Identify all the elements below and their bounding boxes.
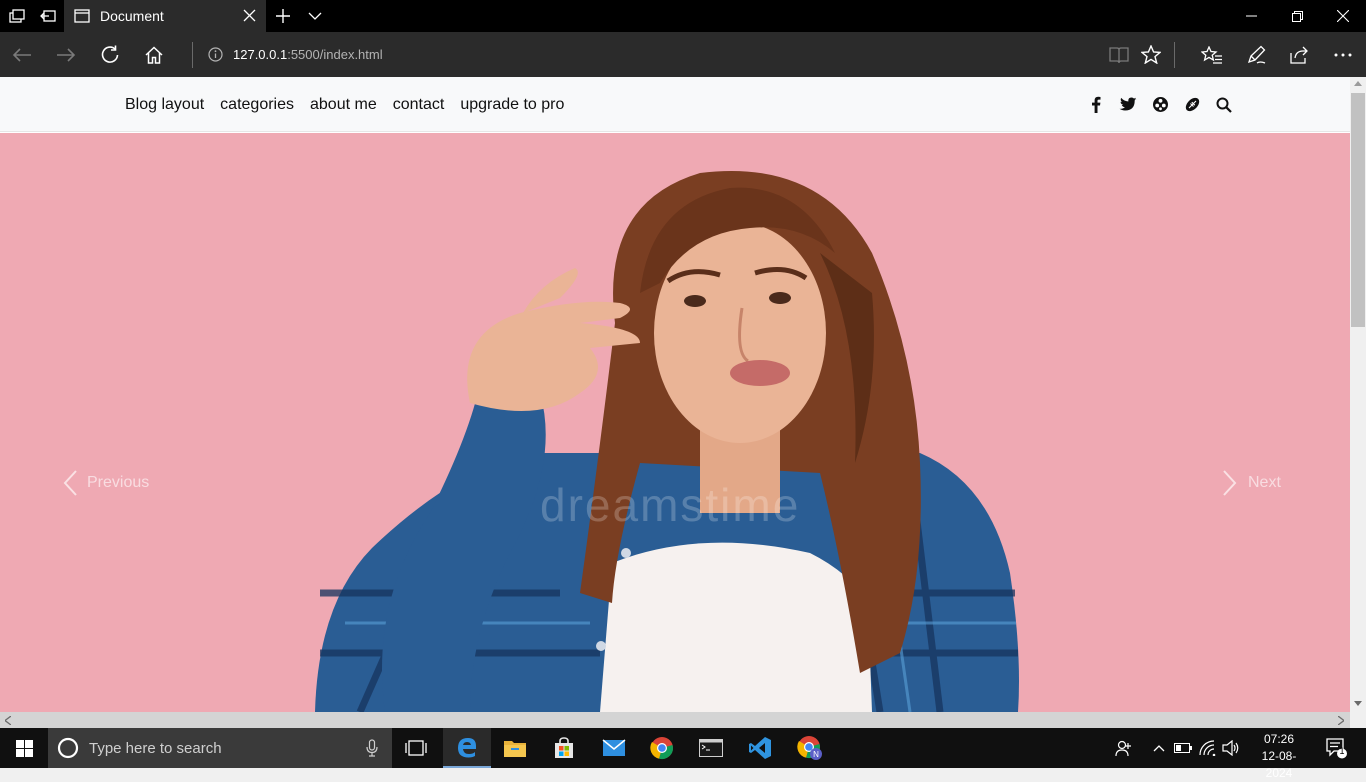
active-tab[interactable]: Document bbox=[64, 0, 266, 32]
carousel-prev-label: Previous bbox=[87, 474, 150, 491]
horizontal-scrollbar[interactable] bbox=[0, 712, 1350, 728]
file-explorer-icon[interactable] bbox=[491, 728, 539, 768]
taskbar-search-box[interactable]: Type here to search bbox=[48, 728, 392, 768]
edge-browser-icon[interactable] bbox=[443, 728, 491, 768]
show-hidden-icons-chevron-icon[interactable] bbox=[1148, 728, 1170, 768]
scroll-up-icon[interactable] bbox=[1354, 81, 1362, 86]
carousel-next-label: Next bbox=[1248, 474, 1281, 491]
vscode-icon[interactable] bbox=[736, 728, 784, 768]
nav-link-upgrade-to-pro[interactable]: upgrade to pro bbox=[452, 96, 572, 114]
carousel-next-button[interactable]: Next bbox=[1222, 469, 1281, 497]
restore-icon[interactable] bbox=[1274, 0, 1320, 32]
twitter-icon[interactable] bbox=[1112, 90, 1144, 120]
favorite-star-icon[interactable] bbox=[1129, 32, 1173, 77]
mail-icon[interactable] bbox=[590, 728, 638, 768]
svg-text:N: N bbox=[813, 750, 819, 759]
minimize-icon[interactable] bbox=[1228, 0, 1274, 32]
scrollbar-corner bbox=[1350, 712, 1366, 728]
scroll-right-icon[interactable] bbox=[1338, 716, 1344, 725]
clock-time: 07:26 bbox=[1263, 732, 1295, 746]
chrome-icon[interactable] bbox=[638, 728, 686, 768]
behance-icon[interactable] bbox=[1176, 90, 1208, 120]
set-tabs-aside-icon[interactable] bbox=[34, 0, 62, 32]
scroll-left-icon[interactable] bbox=[5, 716, 11, 725]
wifi-icon[interactable] bbox=[1196, 728, 1220, 768]
chevron-left-icon bbox=[62, 469, 78, 497]
action-center-icon[interactable]: 1 bbox=[1316, 728, 1356, 768]
search-icon[interactable] bbox=[1208, 90, 1240, 120]
tab-preview-chevron-icon[interactable] bbox=[302, 0, 328, 32]
close-window-icon[interactable] bbox=[1320, 0, 1366, 32]
windows-taskbar: Type here to search N 07:26 12-08-2024 1 bbox=[0, 728, 1366, 780]
battery-icon[interactable] bbox=[1172, 728, 1194, 768]
taskbar-search-placeholder: Type here to search bbox=[89, 739, 222, 757]
tab-title: Document bbox=[100, 8, 164, 24]
cortana-circle-icon bbox=[57, 737, 79, 759]
carousel-image bbox=[0, 133, 1350, 712]
refresh-icon[interactable] bbox=[88, 32, 132, 77]
microphone-icon[interactable] bbox=[366, 739, 378, 757]
close-tab-icon[interactable] bbox=[243, 9, 256, 22]
url-path: :5500/index.html bbox=[287, 47, 383, 62]
site-navbar: Blog layout categories about me contact … bbox=[0, 77, 1350, 132]
carousel-prev-button[interactable]: Previous bbox=[62, 469, 149, 497]
image-watermark: dreamstime bbox=[540, 479, 801, 531]
notification-count: 1 bbox=[1339, 746, 1345, 756]
command-prompt-icon[interactable] bbox=[687, 728, 735, 768]
nav-link-about-me[interactable]: about me bbox=[302, 96, 385, 114]
page-icon bbox=[74, 9, 90, 23]
browser-toolbar: 127.0.0.1:5500/index.html bbox=[0, 32, 1366, 77]
url-host: 127.0.0.1 bbox=[233, 47, 288, 62]
back-arrow-icon[interactable] bbox=[0, 32, 44, 77]
new-tab-icon[interactable] bbox=[270, 0, 296, 32]
favorites-hub-icon[interactable] bbox=[1190, 32, 1234, 77]
social-icons bbox=[1080, 77, 1240, 132]
vertical-scroll-thumb[interactable] bbox=[1351, 93, 1365, 327]
address-bar[interactable]: 127.0.0.1:5500/index.html bbox=[233, 32, 383, 77]
windows-start-icon[interactable] bbox=[0, 728, 48, 768]
forward-arrow-icon[interactable] bbox=[44, 32, 88, 77]
nav-link-contact[interactable]: contact bbox=[385, 96, 453, 114]
microsoft-store-icon[interactable] bbox=[540, 728, 588, 768]
chrome-profile-icon[interactable]: N bbox=[786, 728, 834, 768]
nav-links: Blog layout categories about me contact … bbox=[117, 77, 572, 132]
scroll-down-icon[interactable] bbox=[1354, 701, 1362, 706]
clock-date: 12-08-2024 bbox=[1261, 749, 1297, 780]
chevron-right-icon bbox=[1222, 469, 1238, 497]
more-options-icon[interactable] bbox=[1321, 32, 1365, 77]
web-page: Blog layout categories about me contact … bbox=[0, 77, 1350, 712]
volume-icon[interactable] bbox=[1220, 728, 1242, 768]
web-note-pen-icon[interactable] bbox=[1234, 32, 1278, 77]
tab-manager-icon[interactable] bbox=[4, 0, 30, 32]
nav-link-blog-layout[interactable]: Blog layout bbox=[117, 96, 212, 114]
share-icon[interactable] bbox=[1277, 32, 1321, 77]
dribbble-icon[interactable] bbox=[1144, 90, 1176, 120]
task-view-icon[interactable] bbox=[392, 728, 440, 768]
browser-tab-bar: Document bbox=[0, 0, 1366, 32]
taskbar-clock[interactable]: 07:26 12-08-2024 bbox=[1252, 728, 1306, 780]
nav-link-categories[interactable]: categories bbox=[212, 96, 302, 114]
site-info-icon[interactable] bbox=[202, 32, 228, 77]
home-icon[interactable] bbox=[132, 32, 176, 77]
facebook-icon[interactable] bbox=[1080, 90, 1112, 120]
hero-carousel: dreamstime Previous Next bbox=[0, 133, 1350, 712]
people-icon[interactable] bbox=[1110, 728, 1138, 768]
